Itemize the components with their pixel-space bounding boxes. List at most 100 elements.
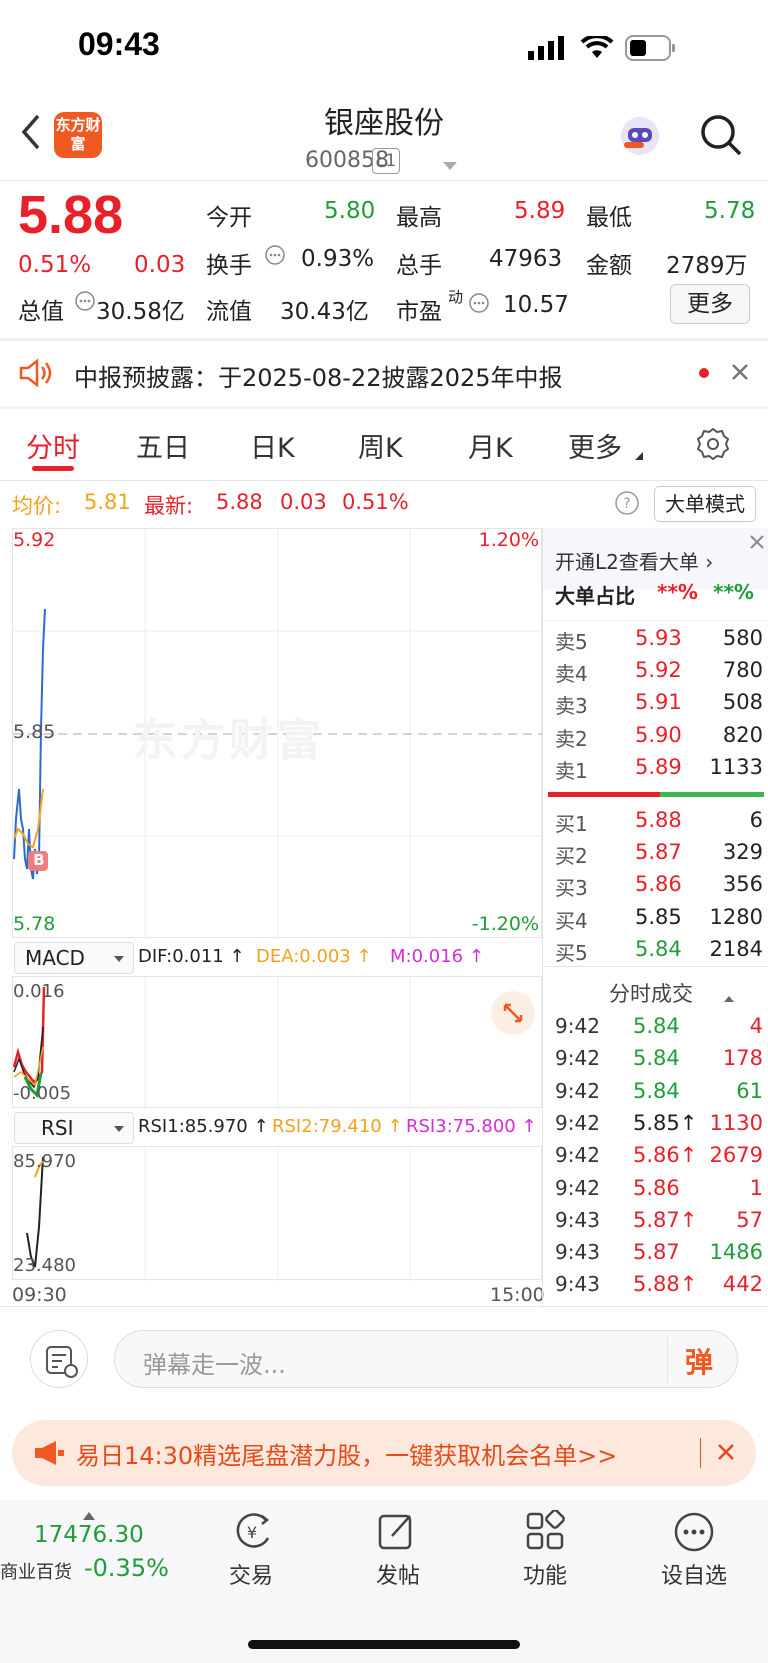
- low-label: 最低: [586, 205, 632, 231]
- buy-marker[interactable]: B: [29, 849, 49, 871]
- robot-assistant-icon[interactable]: [616, 114, 664, 158]
- dropdown-icon[interactable]: [442, 156, 458, 175]
- bid-price: 5.87: [635, 840, 682, 865]
- search-icon[interactable]: [698, 112, 744, 162]
- avg-value: 5.81: [84, 490, 131, 514]
- end-time: 15:00: [490, 1284, 545, 1306]
- comment-list-icon[interactable]: [30, 1330, 88, 1388]
- nav-trade[interactable]: 交易: [196, 1558, 306, 1590]
- close-icon[interactable]: [730, 362, 750, 386]
- signal-icon: [528, 36, 568, 64]
- ask-row[interactable]: 卖5 5.93 580: [543, 622, 768, 654]
- index-change[interactable]: -0.35%: [84, 1554, 169, 1582]
- bid-row[interactable]: 买4 5.85 1280: [543, 901, 768, 933]
- ask-price: 5.89: [635, 754, 682, 779]
- promo-banner[interactable]: 易日14:30精选尾盘潜力股，一键获取机会名单>>: [12, 1420, 756, 1486]
- macd-chart[interactable]: 0.016 -0.005: [12, 976, 542, 1109]
- bid-level: 买1: [555, 812, 588, 836]
- info-icon[interactable]: [264, 244, 286, 270]
- rsi-label: RSI: [41, 1116, 74, 1140]
- tick-row: 9:43 5.87 1486: [543, 1238, 768, 1270]
- tab-daily[interactable]: 日K: [250, 426, 295, 465]
- yen-exchange-icon[interactable]: ¥: [224, 1510, 280, 1554]
- bid-price: 5.85: [635, 904, 682, 929]
- ask-volume: 780: [722, 658, 763, 683]
- intraday-chart[interactable]: B 东方财富 5.92 5.85 5.78 1.20% -1.20%: [12, 528, 543, 939]
- nav-add-watchlist[interactable]: 设自选: [639, 1558, 749, 1590]
- tab-monthly[interactable]: 月K: [468, 426, 513, 465]
- expand-icon[interactable]: [491, 991, 535, 1035]
- tick-time: 9:43: [555, 1272, 600, 1297]
- pe-label: 市盈: [396, 299, 442, 325]
- ask-row[interactable]: 卖1 5.89 1133: [543, 751, 768, 783]
- ask-row[interactable]: 卖3 5.91 508: [543, 686, 768, 718]
- more-button[interactable]: 更多: [670, 284, 750, 324]
- bid-row[interactable]: 买1 5.88 6: [543, 804, 768, 836]
- ask-row[interactable]: 卖4 5.92 780: [543, 654, 768, 686]
- macd-y-min: -0.005: [13, 1083, 72, 1104]
- macd-selector[interactable]: MACD: [14, 942, 134, 974]
- big-ratio-label: 大单占比: [555, 584, 635, 608]
- close-icon[interactable]: [749, 534, 765, 554]
- promo-text: 易日14:30精选尾盘潜力股，一键获取机会名单>>: [76, 1442, 618, 1470]
- bid-row[interactable]: 买2 5.87 329: [543, 836, 768, 868]
- chevron-up-icon[interactable]: [723, 988, 735, 1007]
- tick-time: 9:42: [555, 1110, 600, 1135]
- macd-m: M:0.016 ↑: [390, 946, 484, 967]
- ticks-title[interactable]: 分时成交: [609, 978, 693, 1008]
- tab-five-day[interactable]: 五日: [136, 426, 190, 465]
- tick-time: 9:42: [555, 1143, 600, 1168]
- tab-weekly[interactable]: 周K: [358, 426, 403, 465]
- notice-text[interactable]: 中报预披露：于2025-08-22披露2025年中报: [74, 358, 563, 393]
- grid-icon[interactable]: [524, 1509, 568, 1554]
- latest-label: 最新:: [144, 494, 194, 518]
- change-pct: 0.51%: [18, 252, 92, 278]
- more-dots-icon[interactable]: [672, 1510, 716, 1554]
- avg-label: 均价:: [12, 494, 62, 518]
- info-icon[interactable]: [468, 292, 490, 318]
- settings-icon[interactable]: [695, 426, 731, 466]
- tick-row: 9:42 5.86 1: [543, 1174, 768, 1206]
- header-divider: [0, 180, 768, 181]
- rsi-chart[interactable]: 85.970 23.480: [12, 1146, 542, 1281]
- y-min-label: 5.78: [13, 913, 56, 935]
- index-name[interactable]: 商业百货: [0, 1558, 72, 1584]
- divider: [543, 966, 768, 967]
- danmu-send-button[interactable]: 弹: [685, 1341, 713, 1381]
- bid-row[interactable]: 买3 5.86 356: [543, 868, 768, 900]
- ask-level: 卖4: [555, 662, 588, 687]
- bid-price: 5.84: [635, 936, 682, 961]
- bid-row[interactable]: 买5 5.84 2184: [543, 933, 768, 965]
- edit-icon[interactable]: [374, 1510, 422, 1554]
- tick-row: 9:42 5.86↑ 2679: [543, 1141, 768, 1173]
- bid-level: 买2: [555, 844, 588, 869]
- tick-row: 9:42 5.84 61: [543, 1077, 768, 1109]
- close-icon[interactable]: [716, 1442, 736, 1466]
- l2-promo-text[interactable]: 开通L2查看大单 ›: [555, 546, 713, 575]
- ask-volume: 508: [722, 690, 763, 715]
- rsi-y-min: 23.480: [13, 1255, 76, 1276]
- big-order-mode-button[interactable]: 大单模式: [654, 486, 756, 522]
- nav-post[interactable]: 发帖: [343, 1558, 453, 1590]
- help-icon[interactable]: ?: [614, 490, 640, 520]
- tab-more[interactable]: 更多: [568, 426, 622, 465]
- macd-y-max: 0.016: [13, 981, 65, 1002]
- tick-price: 5.84: [633, 1078, 680, 1103]
- amount-value: 2789万: [666, 253, 748, 279]
- rsi-selector[interactable]: RSI: [14, 1112, 134, 1144]
- tick-price: 5.86: [633, 1175, 680, 1200]
- tab-intraday[interactable]: 分时: [26, 426, 80, 465]
- info-icon[interactable]: [74, 290, 96, 316]
- tick-price: 5.88↑: [633, 1272, 698, 1297]
- nav-functions[interactable]: 功能: [490, 1558, 600, 1590]
- ask-row[interactable]: 卖2 5.90 820: [543, 719, 768, 751]
- tick-time: 9:42: [555, 1078, 600, 1103]
- high-label: 最高: [396, 205, 442, 231]
- home-indicator[interactable]: [248, 1640, 520, 1649]
- ask-price: 5.92: [635, 658, 682, 683]
- latest-pct: 0.51%: [342, 490, 409, 514]
- danmu-input[interactable]: 弹幕走一波... 弹: [114, 1330, 738, 1388]
- level-badge[interactable]: L1: [372, 148, 400, 174]
- index-value[interactable]: 17476.30: [34, 1522, 144, 1548]
- pct-min-label: -1.20%: [471, 913, 539, 935]
